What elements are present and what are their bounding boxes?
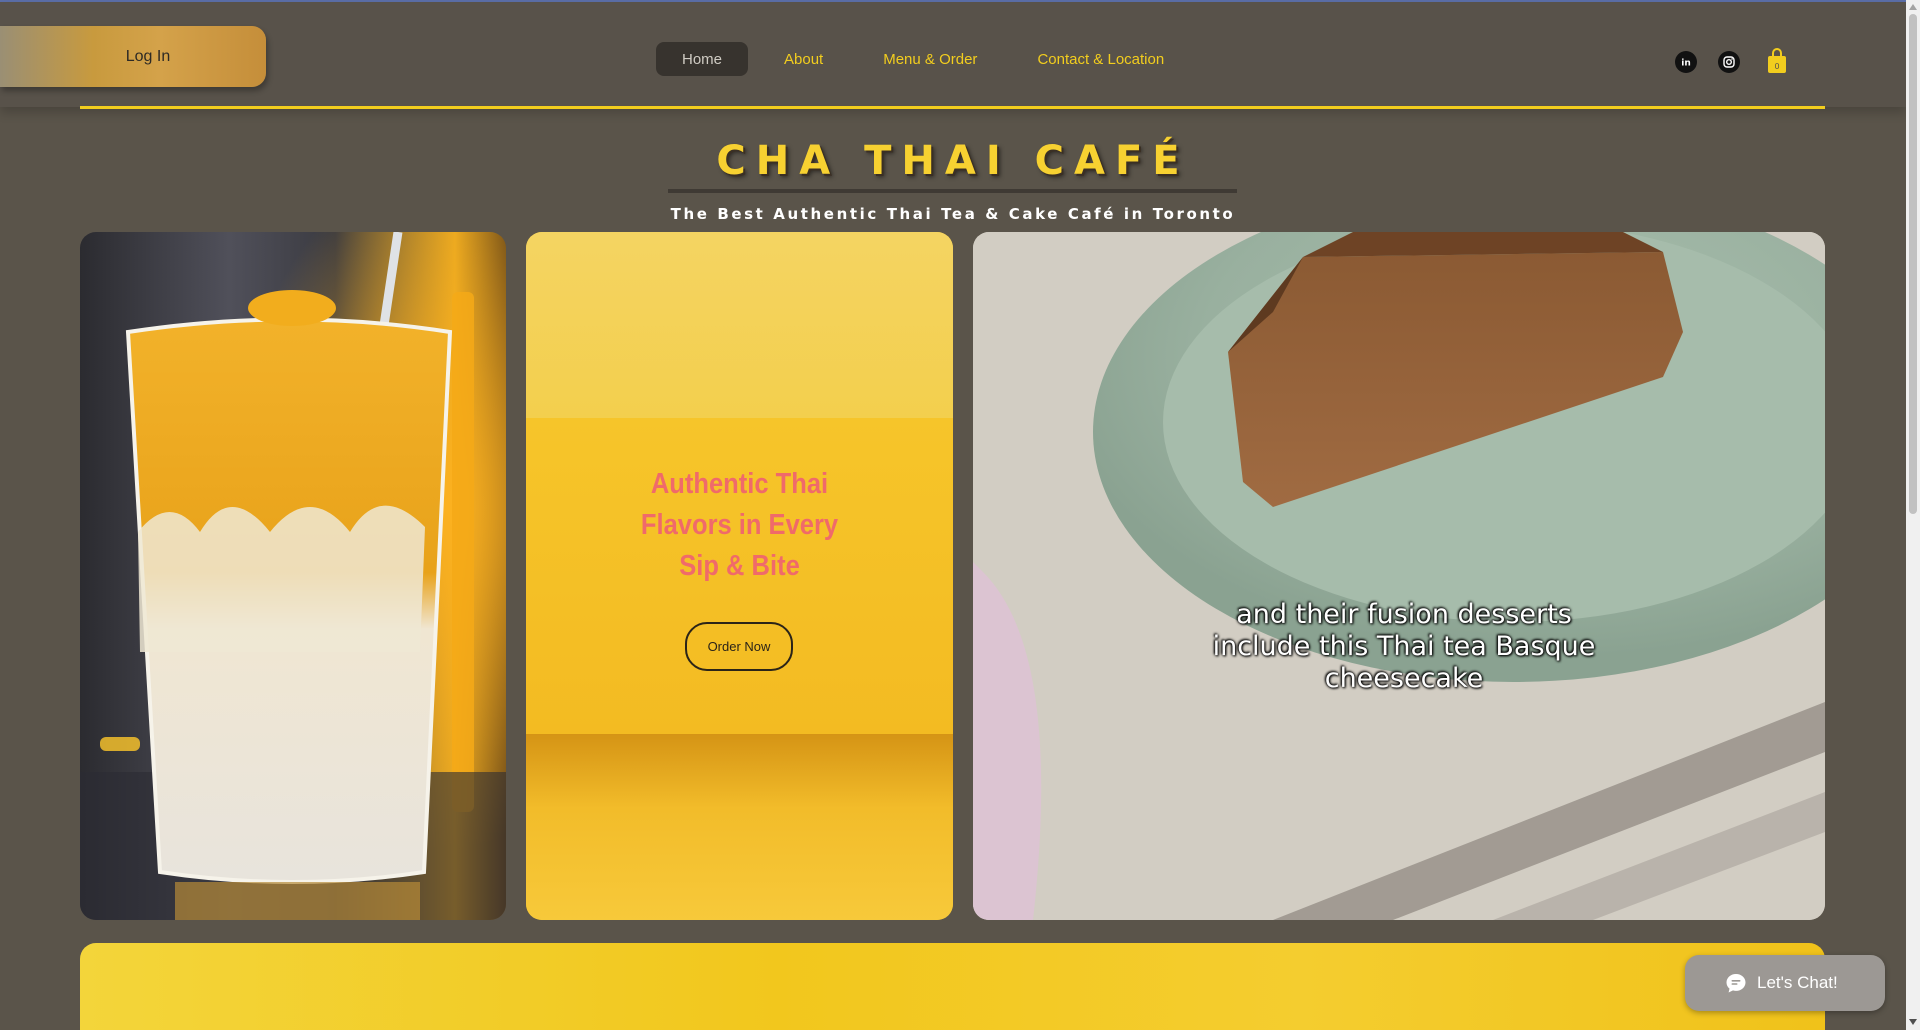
chat-widget-button[interactable]: Let's Chat! (1685, 955, 1885, 1011)
login-button[interactable]: Log In (0, 26, 266, 87)
nav-home[interactable]: Home (656, 42, 749, 76)
cart-icon[interactable]: 0 (1766, 48, 1788, 74)
main-nav: Home About Menu & Order Contact & Locati… (656, 42, 1198, 76)
linkedin-icon[interactable]: in (1675, 51, 1697, 73)
title-underline (668, 189, 1237, 193)
promo-headline-line: Flavors in Every (640, 509, 839, 541)
cart-count: 0 (1774, 62, 1779, 71)
promo-card: Authentic Thai Flavors in Every Sip & Bi… (526, 232, 953, 920)
nav-about-label: About (784, 50, 824, 68)
site-title: CHA THAI CAFÉ (716, 138, 1190, 184)
cheesecake-caption: and their fusion desserts include this T… (973, 599, 1825, 695)
scroll-down-icon[interactable] (1909, 1019, 1917, 1025)
site-header: Log In Home About Menu & Order Contact &… (0, 2, 1906, 107)
header-divider (80, 106, 1825, 109)
promo-headline-line: Authentic Thai (650, 468, 829, 500)
caption-line: cheesecake (1324, 663, 1484, 694)
nav-home-label: Home (682, 50, 723, 68)
scrollbar-thumb[interactable] (1909, 14, 1917, 514)
caption-line: and their fusion desserts (1236, 599, 1572, 630)
nav-about[interactable]: About (758, 42, 849, 76)
nav-contact-location[interactable]: Contact & Location (1011, 42, 1190, 76)
thai-tea-drink-image (80, 232, 506, 920)
svg-text:in: in (1681, 59, 1691, 69)
yellow-banner-section (80, 943, 1825, 1030)
promo-backdrop-top (526, 232, 953, 418)
caption-line: include this Thai tea Basque (1212, 631, 1596, 662)
nav-contact-location-label: Contact & Location (1037, 50, 1165, 68)
site-tagline: The Best Authentic Thai Tea & Cake Café … (670, 205, 1236, 223)
nav-menu-order[interactable]: Menu & Order (857, 42, 1003, 76)
chat-bubble-icon (1726, 974, 1746, 993)
cheesecake-image: and their fusion desserts include this T… (973, 232, 1825, 920)
order-now-button[interactable]: Order Now (685, 622, 793, 671)
promo-headline: Authentic Thai Flavors in Every Sip & Bi… (552, 464, 928, 587)
instagram-icon[interactable] (1718, 51, 1740, 73)
chat-label: Let's Chat! (1757, 973, 1838, 992)
nav-menu-order-label: Menu & Order (883, 50, 978, 68)
promo-backdrop-bottom (526, 734, 953, 920)
login-label: Log In (125, 47, 171, 65)
promo-headline-line: Sip & Bite (679, 550, 800, 582)
scroll-up-icon[interactable] (1909, 4, 1917, 10)
